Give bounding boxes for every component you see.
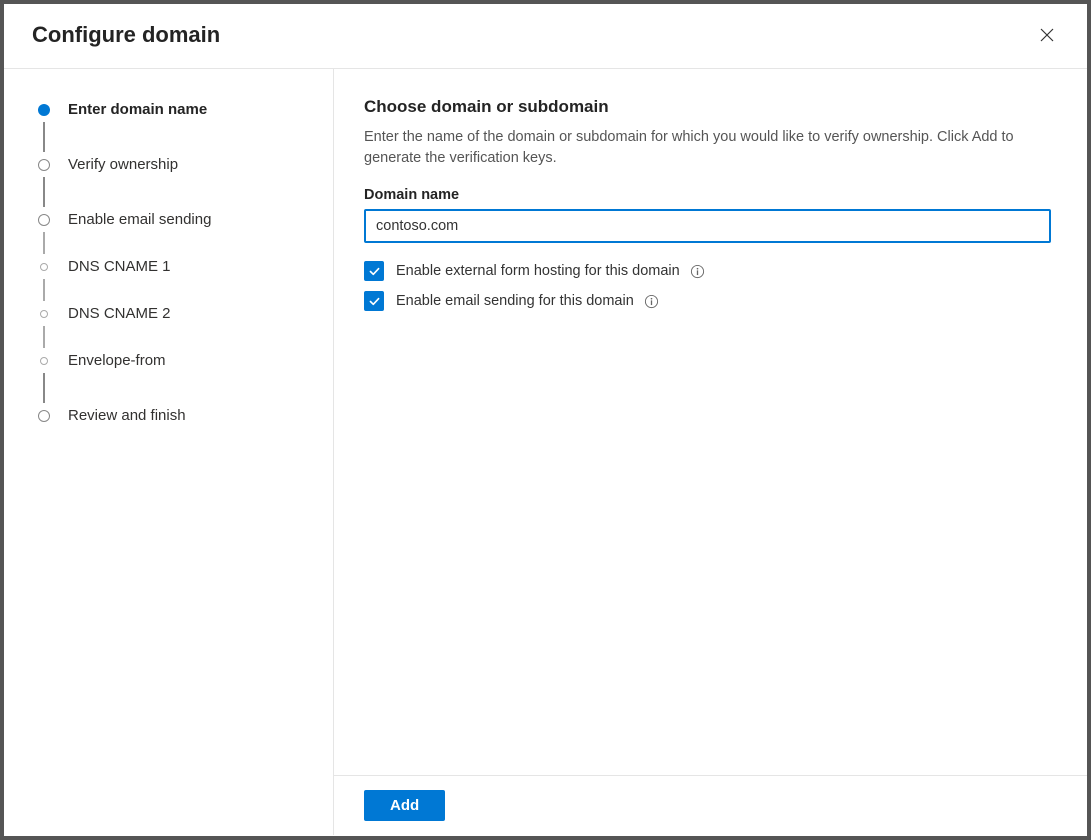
info-icon-email-sending[interactable] bbox=[644, 293, 660, 309]
main-panel: Choose domain or subdomain Enter the nam… bbox=[334, 69, 1087, 835]
checkbox-label: Enable email sending for this domain bbox=[396, 293, 634, 309]
step-marker-icon bbox=[36, 408, 52, 424]
step-enable-email-sending[interactable]: Enable email sending bbox=[36, 207, 313, 232]
info-icon-form-hosting[interactable] bbox=[690, 263, 706, 279]
step-label: Review and finish bbox=[68, 403, 186, 428]
step-label: Envelope-from bbox=[68, 348, 166, 373]
dialog-body: Enter domain name Verify ownership Enabl… bbox=[4, 69, 1087, 835]
step-connector bbox=[43, 122, 45, 152]
step-marker-icon bbox=[36, 353, 52, 369]
step-connector bbox=[43, 373, 45, 403]
domain-name-input[interactable] bbox=[364, 209, 1051, 243]
checkmark-icon bbox=[368, 295, 381, 308]
step-dns-cname-1[interactable]: DNS CNAME 1 bbox=[36, 254, 313, 279]
step-label: Enter domain name bbox=[68, 97, 207, 122]
step-enter-domain-name[interactable]: Enter domain name bbox=[36, 97, 313, 122]
info-icon bbox=[644, 294, 659, 309]
checkmark-icon bbox=[368, 265, 381, 278]
section-description: Enter the name of the domain or subdomai… bbox=[364, 127, 1051, 169]
dialog-title: Configure domain bbox=[32, 22, 220, 48]
checkbox-row-form-hosting: Enable external form hosting for this do… bbox=[364, 261, 1051, 281]
content-area: Choose domain or subdomain Enter the nam… bbox=[334, 69, 1087, 775]
checkbox-enable-form-hosting[interactable] bbox=[364, 261, 384, 281]
step-label: Verify ownership bbox=[68, 152, 178, 177]
step-marker-icon bbox=[36, 212, 52, 228]
step-marker-icon bbox=[36, 157, 52, 173]
step-review-and-finish[interactable]: Review and finish bbox=[36, 403, 313, 428]
step-label: DNS CNAME 1 bbox=[68, 254, 171, 279]
domain-name-label: Domain name bbox=[364, 187, 1051, 203]
wizard-steps-sidebar: Enter domain name Verify ownership Enabl… bbox=[4, 69, 334, 835]
step-envelope-from[interactable]: Envelope-from bbox=[36, 348, 313, 373]
step-marker-icon bbox=[36, 102, 52, 118]
info-icon bbox=[690, 264, 705, 279]
dialog-header: Configure domain bbox=[4, 4, 1087, 69]
step-label: DNS CNAME 2 bbox=[68, 301, 171, 326]
step-connector bbox=[43, 279, 45, 301]
dialog-footer: Add bbox=[334, 775, 1087, 835]
close-button[interactable] bbox=[1035, 23, 1059, 47]
checkbox-row-email-sending: Enable email sending for this domain bbox=[364, 291, 1051, 311]
step-connector bbox=[43, 232, 45, 254]
add-button[interactable]: Add bbox=[364, 790, 445, 821]
section-heading: Choose domain or subdomain bbox=[364, 97, 1051, 117]
checkbox-enable-email-sending[interactable] bbox=[364, 291, 384, 311]
step-verify-ownership[interactable]: Verify ownership bbox=[36, 152, 313, 177]
checkbox-label: Enable external form hosting for this do… bbox=[396, 263, 680, 279]
step-marker-icon bbox=[36, 306, 52, 322]
step-label: Enable email sending bbox=[68, 207, 211, 232]
step-connector bbox=[43, 326, 45, 348]
step-connector bbox=[43, 177, 45, 207]
close-icon bbox=[1038, 26, 1056, 44]
step-marker-icon bbox=[36, 259, 52, 275]
step-dns-cname-2[interactable]: DNS CNAME 2 bbox=[36, 301, 313, 326]
